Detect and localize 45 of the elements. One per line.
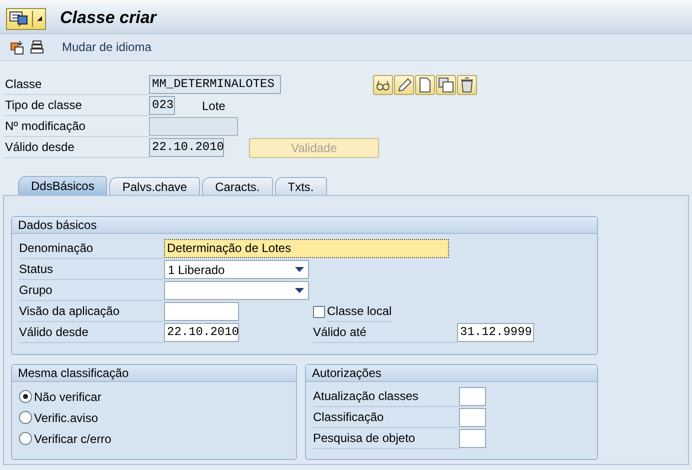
tab[interactable]: Txts. [274, 177, 327, 195]
input-field[interactable] [459, 387, 486, 406]
change-language-button[interactable]: Mudar de idioma [56, 38, 158, 56]
page-icon [417, 76, 433, 92]
input-field[interactable]: 31.12.9999 [457, 323, 534, 342]
radio-button[interactable] [19, 432, 32, 445]
group-title: Dados básicos [12, 217, 597, 234]
dropdown[interactable]: 1 Liberado [164, 260, 309, 279]
input-field[interactable] [459, 408, 486, 427]
radio-label: Não verificar [34, 388, 102, 406]
input-field[interactable]: Determinação de Lotes [164, 239, 449, 258]
window-title: Classe criar [60, 8, 156, 29]
dropdown-caret-icon [295, 288, 304, 293]
radio-label: Verific.aviso [34, 410, 98, 426]
tab[interactable]: Caracts. [202, 177, 273, 195]
copy-icon [438, 76, 454, 92]
input-field[interactable]: 22.10.2010 [149, 138, 224, 157]
trash-icon [459, 76, 475, 92]
chat-icon [9, 10, 29, 26]
group-title: Autorizações [306, 365, 597, 382]
group-title: Mesma classificação [12, 365, 296, 382]
input-field[interactable]: 22.10.2010 [164, 323, 239, 342]
radio-button[interactable] [19, 390, 32, 403]
copy-button[interactable] [436, 74, 456, 94]
trash-button[interactable] [457, 74, 477, 94]
dropdown-caret-icon [295, 267, 304, 272]
tab[interactable]: Palvs.chave [109, 177, 200, 195]
glasses-button[interactable] [373, 74, 393, 94]
checkbox[interactable] [313, 306, 325, 318]
input-field[interactable]: 023 [149, 96, 175, 115]
input-field[interactable] [459, 429, 486, 448]
copy-icon[interactable] [10, 40, 24, 54]
checkbox-label: Classe local [327, 302, 392, 322]
pencil-button[interactable] [394, 74, 414, 94]
class-type-text: Lote [202, 98, 226, 114]
menu-button[interactable] [6, 8, 46, 30]
stack-icon[interactable] [30, 40, 44, 54]
input-field[interactable] [164, 302, 239, 321]
caret-icon [36, 15, 43, 22]
radio-button[interactable] [19, 411, 32, 424]
radio-label: Verificar c/erro [34, 430, 112, 448]
pencil-icon [396, 76, 412, 92]
tab[interactable]: DdsBásicos [18, 176, 108, 195]
input-field[interactable]: MM_DETERMINALOTES [149, 75, 281, 94]
page-button[interactable] [415, 74, 435, 94]
